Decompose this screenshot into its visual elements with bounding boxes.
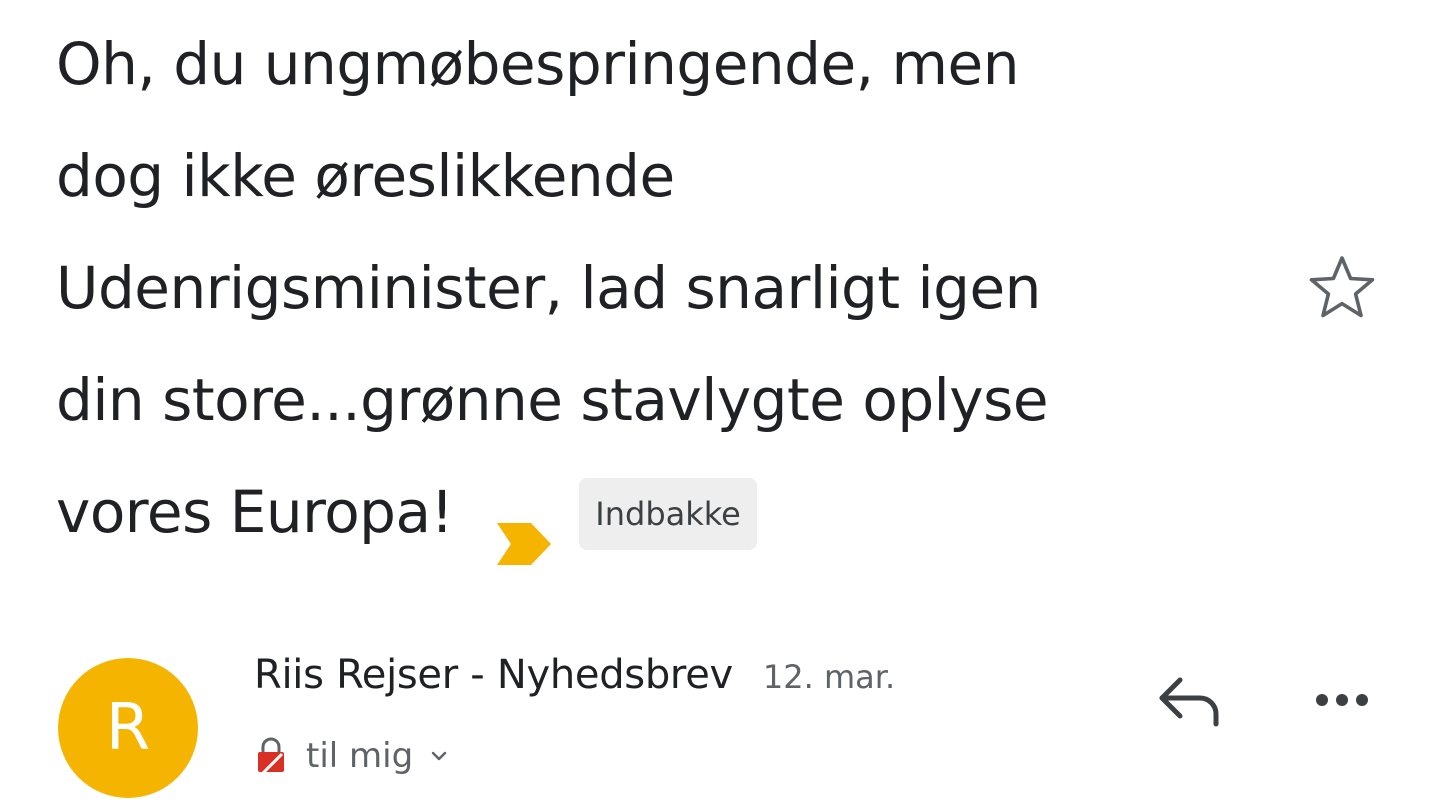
subject-line: din store...grønne stavlygte oplyse [56,366,1049,434]
more-horizontal-icon [1316,694,1368,706]
chevron-down-icon [427,744,451,768]
importance-marker-icon[interactable] [495,491,553,565]
star-button[interactable] [1306,252,1378,324]
avatar[interactable]: R [58,658,198,798]
subject-line: vores Europa! [56,478,454,546]
more-options-button[interactable] [1300,672,1384,728]
reply-icon [1159,677,1219,727]
email-subject: Oh, du ungmøbespringende, men dog ikke ø… [56,8,1256,568]
recipient-label: til mig [306,736,414,776]
subject-line-last: vores Europa! Indbakke [56,456,1256,568]
sender-row: Riis Rejser - Nyhedsbrev 12. mar. [254,652,895,698]
encryption-lock-icon [254,736,288,776]
subject-line: dog ikke øreslikkende [56,142,675,210]
recipient-details-toggle[interactable]: til mig [254,736,451,776]
inbox-label-chip[interactable]: Indbakke [579,478,757,550]
star-outline-icon [1309,256,1375,318]
subject-line: Oh, du ungmøbespringende, men [56,30,1019,98]
subject-line: Udenrigsminister, lad snarligt igen [56,254,1041,322]
reply-button[interactable] [1150,668,1230,732]
email-date: 12. mar. [762,658,896,696]
sender-name[interactable]: Riis Rejser - Nyhedsbrev [254,652,733,698]
